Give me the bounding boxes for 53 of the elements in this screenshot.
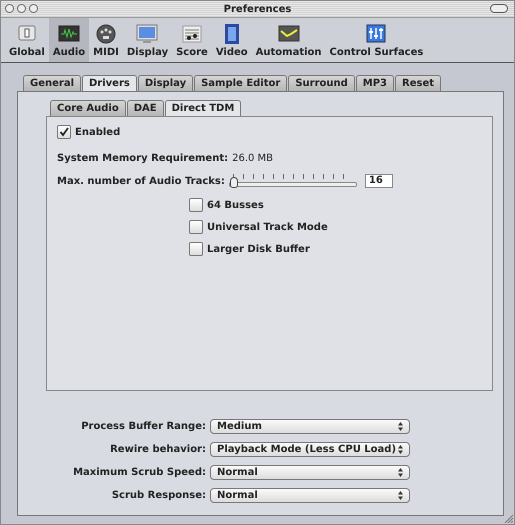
field-label: Process Buffer Range: [80,421,206,432]
tab[interactable]: Reset [395,75,442,91]
field-label: Max. number of Audio Tracks: [57,176,225,186]
popup-menu[interactable]: Playback Mode (Less CPU Load) [210,442,410,457]
field-label: Maximum Scrub Speed: [72,467,206,478]
tab[interactable]: General [23,75,81,91]
close-button[interactable] [5,4,14,13]
popup-menu[interactable]: Normal [210,465,410,480]
checkbox[interactable] [189,220,203,234]
field-label: Rewire behavior: [109,444,206,455]
checkbox-label: Universal Track Mode [207,222,328,232]
slider-thumb[interactable] [230,177,238,188]
checkbox-label: 64 Busses [207,200,264,210]
zoom-button[interactable] [29,4,38,13]
toolbar-icon [365,23,388,45]
toolbar-item[interactable]: Video [212,18,252,62]
toolbar-item[interactable]: Score [172,18,212,62]
toolbar-item[interactable]: Control Surfaces [326,18,428,62]
input-field[interactable]: 16 [364,174,393,188]
toolbar-toggle-button[interactable] [490,4,508,13]
stepper-arrows-icon [398,468,403,477]
resize-grip-icon[interactable] [503,513,513,523]
memory-value: 26.0 MB [232,153,274,164]
toolbar-icon [136,23,158,45]
field-label: Scrub Response: [110,490,206,501]
tab[interactable]: Display [138,75,194,91]
tab[interactable]: Direct TDM [164,100,242,116]
stepper-arrows-icon [398,422,403,431]
toolbar-icon [180,23,203,45]
checkbox-label: Enabled [75,126,120,138]
popup-menu[interactable]: Medium [210,419,410,434]
minimize-button[interactable] [17,4,26,13]
tab[interactable]: DAE [126,100,164,116]
toolbar-icon [95,23,118,45]
checkbox[interactable] [189,242,203,256]
tab[interactable]: Surround [288,75,355,91]
toolbar-item[interactable]: Audio [48,18,90,62]
stepper-arrows-icon [398,491,403,500]
checkbox[interactable] [57,125,71,139]
tab[interactable]: MP3 [356,75,394,91]
popup-menu[interactable]: Normal [210,488,410,503]
toolbar-item[interactable]: Global [5,18,49,62]
tab[interactable]: Sample Editor [194,75,288,91]
checkbox[interactable] [189,198,203,212]
field-label: System Memory Requirement: [57,153,228,164]
stepper-arrows-icon [398,445,403,454]
toolbar-item[interactable]: Automation [252,18,326,62]
toolbar-item[interactable]: MIDI [89,18,123,62]
toolbar-item[interactable]: Display [122,18,172,62]
tab[interactable]: Drivers [82,75,137,91]
window-title: Preferences [224,4,292,14]
tab[interactable]: Core Audio [50,100,126,116]
checkbox-label: Larger Disk Buffer [207,244,310,254]
